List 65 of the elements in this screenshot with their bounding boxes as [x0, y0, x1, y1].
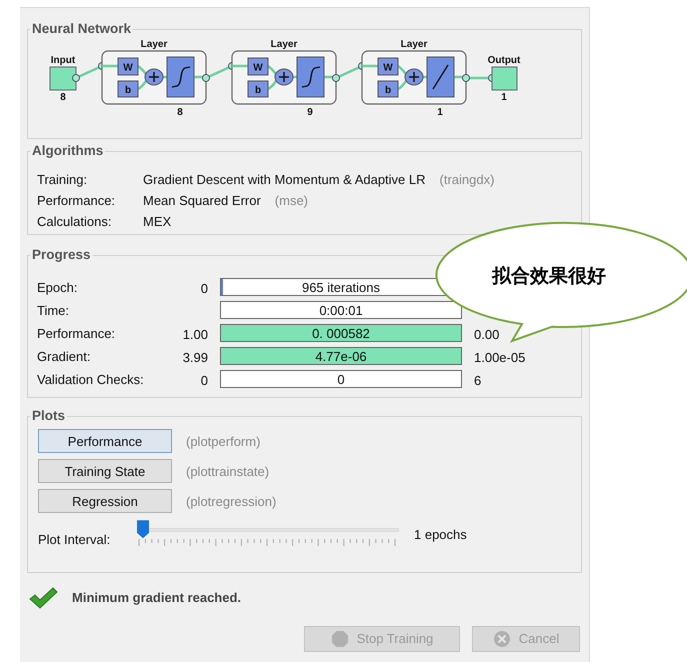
checkmark-icon	[28, 586, 58, 610]
node-label: Output	[488, 55, 520, 66]
start-value: 3.99	[182, 349, 208, 364]
node-label: 8	[60, 92, 66, 104]
interval-value: 1 epochs	[414, 526, 467, 544]
slider-thumb[interactable]	[137, 520, 149, 538]
section-title: Neural Network	[31, 20, 132, 38]
sum-node-icon	[274, 68, 294, 86]
field-label: Epoch:	[37, 278, 78, 297]
field-label: Training:	[37, 171, 88, 189]
sum-node-icon	[404, 68, 424, 86]
node-label: 1	[501, 92, 507, 104]
field-label: Performance:	[37, 192, 116, 210]
node-label: Input	[50, 55, 76, 66]
field-value: Gradient Descent with Momentum & Adaptive LR	[143, 171, 426, 189]
section-title: Algorithms	[31, 142, 104, 160]
function-name: (plottrainstate)	[186, 462, 270, 481]
plot-button[interactable]: Regression	[38, 489, 172, 514]
field-label: Calculations:	[37, 213, 112, 231]
field-value: MEX	[143, 213, 172, 231]
weight-block: W	[248, 58, 268, 76]
linear-transfer-icon	[426, 56, 454, 98]
start-value: 0	[200, 280, 208, 296]
plot-button[interactable]: Performance	[38, 429, 172, 454]
node-label: 1	[437, 107, 443, 118]
node-label: Layer	[140, 39, 168, 50]
end-value: 1.00e-05	[474, 349, 526, 364]
bias-block: b	[118, 80, 138, 98]
cancel-icon	[492, 630, 511, 648]
progress-text: 965 iterations	[302, 279, 380, 296]
node-label: Layer	[270, 39, 298, 50]
start-value: 0	[200, 372, 208, 388]
function-name: (plotregression)	[186, 492, 276, 511]
weight-block: W	[378, 58, 398, 76]
bias-block: b	[248, 80, 268, 98]
callout-text: 拟合效果很好	[492, 264, 606, 289]
function-name: (traingdx)	[440, 171, 494, 189]
field-label: Performance:	[37, 324, 116, 342]
node-label: Layer	[400, 39, 428, 50]
function-name: (mse)	[274, 192, 308, 210]
weight-block: W	[118, 58, 138, 76]
field-value: Mean Squared Error	[143, 192, 261, 210]
sum-node-icon	[144, 68, 164, 86]
field-label: Plot Interval:	[38, 531, 112, 550]
plot-button[interactable]: Training State	[38, 459, 172, 484]
input-block	[50, 66, 76, 91]
stop-sign-icon	[330, 630, 349, 648]
field-label: Validation Checks:	[37, 370, 145, 388]
section-title: Plots	[31, 407, 66, 425]
node-label: 8	[177, 107, 183, 118]
sigmoid-transfer-icon	[166, 56, 194, 98]
bias-block: b	[378, 80, 398, 98]
end-value: 0.00	[474, 326, 500, 342]
field-label: Time:	[37, 302, 70, 320]
status-message: Minimum gradient reached.	[72, 589, 242, 608]
progress-text: 4.77e-06	[315, 348, 367, 364]
sigmoid-transfer-icon	[296, 56, 324, 98]
progress-text: 0. 000582	[312, 325, 370, 342]
field-label: Gradient:	[37, 348, 92, 366]
section-title: Progress	[31, 246, 92, 264]
node-label: 9	[307, 107, 313, 118]
function-name: (plotperform)	[186, 432, 260, 451]
start-value: 1.00	[182, 326, 208, 342]
output-block	[492, 66, 518, 91]
end-value: 6	[474, 372, 482, 388]
